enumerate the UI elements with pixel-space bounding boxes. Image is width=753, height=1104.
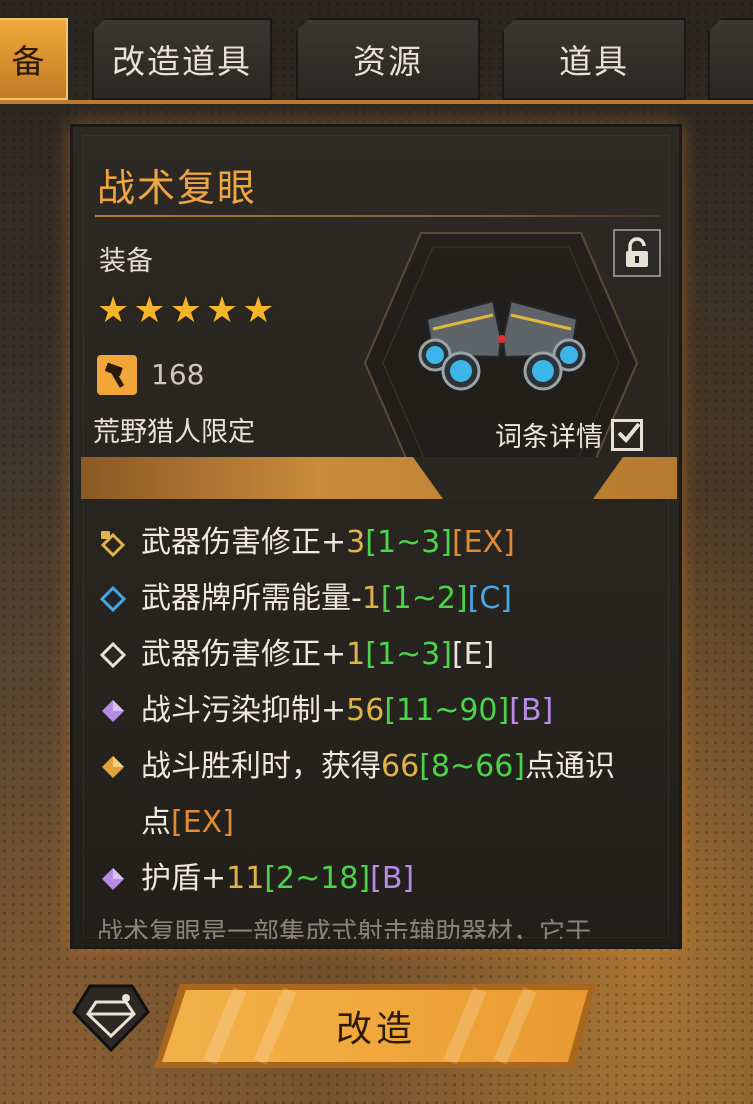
affix-grade: [B] bbox=[370, 861, 415, 896]
checkmark-icon bbox=[617, 422, 641, 443]
purple-diamond-icon bbox=[102, 868, 124, 890]
affix-range: [1~3] bbox=[365, 637, 452, 672]
gem-button[interactable] bbox=[72, 982, 150, 1052]
modify-button[interactable]: 改造 bbox=[150, 980, 602, 1072]
white-diamond-icon bbox=[99, 641, 127, 669]
affix-range: [1~3] bbox=[365, 525, 452, 560]
affix-row: 武器牌所需能量-1[1~2][C] bbox=[95, 571, 675, 627]
affix-name: 战斗污染抑制 bbox=[141, 693, 321, 728]
star-icon: ★ bbox=[133, 290, 166, 331]
affix-value: 1 bbox=[361, 581, 381, 616]
star-icon: ★ bbox=[169, 290, 202, 331]
affix-list: 武器伤害修正+3[1~3][EX] 武器牌所需能量-1[1~2][C] 武器伤害… bbox=[95, 515, 675, 907]
affix-sign: - bbox=[351, 581, 362, 616]
affix-sign: + bbox=[321, 637, 347, 672]
affix-row: 武器伤害修正+3[1~3][EX] bbox=[95, 515, 675, 571]
power-value: 168 bbox=[151, 358, 205, 391]
affix-value: 3 bbox=[346, 525, 366, 560]
gold-lock-gem-icon bbox=[100, 531, 126, 557]
tab-label: 改造道具 bbox=[112, 42, 252, 81]
affix-name: 护盾 bbox=[141, 861, 201, 896]
star-icon: ★ bbox=[205, 290, 239, 331]
tab-label: 资源 bbox=[353, 42, 423, 81]
frame-notch bbox=[413, 457, 623, 499]
item-category: 装备 bbox=[99, 246, 153, 277]
flavor-text[interactable]: 战术复眼是一部集成式射击辅助器材，它于 bbox=[97, 913, 657, 939]
affix-range: [2~18] bbox=[264, 861, 371, 896]
tab-bar: 备 改造道具 资源 道具 bbox=[0, 0, 753, 104]
exclusive-label: 荒野猎人限定 bbox=[93, 417, 255, 448]
tab-underline bbox=[0, 100, 753, 104]
tab-equipment[interactable]: 备 bbox=[0, 18, 68, 100]
affix-range: [11~90] bbox=[384, 693, 510, 728]
affix-suffix: 点 bbox=[141, 805, 171, 840]
tab-resources[interactable]: 资源 bbox=[296, 18, 480, 100]
title-divider bbox=[95, 215, 661, 217]
item-card: 战术复眼 装备 ★ ★ ★ ★ ★ 168 荒野猎人限定 词条详情 武器伤害修正… bbox=[70, 124, 682, 949]
tab-label: 备 bbox=[11, 42, 47, 81]
affix-grade: [EX] bbox=[451, 525, 515, 560]
affix-grade: [B] bbox=[509, 693, 554, 728]
affix-row: 护盾+11[2~18][B] bbox=[95, 851, 675, 907]
hammer-icon bbox=[97, 355, 137, 395]
star-rating: ★ ★ ★ ★ ★ bbox=[97, 293, 274, 329]
affix-sign: + bbox=[321, 525, 347, 560]
affix-sign: + bbox=[321, 693, 347, 728]
affix-range: [8~66] bbox=[419, 749, 525, 784]
affix-row: 战斗胜利时，获得66[8~66]点通识点[EX] bbox=[95, 739, 675, 851]
affix-range: [1~2] bbox=[380, 581, 468, 616]
affix-grade: [E] bbox=[451, 637, 495, 672]
affix-row: 武器伤害修正+1[1~3][E] bbox=[95, 627, 675, 683]
orange-diamond-icon bbox=[102, 756, 124, 778]
affix-grade: [EX] bbox=[171, 805, 234, 840]
item-name: 战术复眼 bbox=[97, 166, 258, 210]
tab-label: 道具 bbox=[559, 42, 629, 81]
affix-name: 武器伤害修正 bbox=[141, 637, 321, 672]
affix-grade: [C] bbox=[467, 581, 512, 616]
goggles-image bbox=[418, 299, 586, 391]
tab-modify-items[interactable]: 改造道具 bbox=[92, 18, 272, 100]
affix-value: 56 bbox=[346, 693, 385, 728]
affix-sign: + bbox=[201, 861, 227, 896]
affix-name: 武器伤害修正 bbox=[141, 525, 321, 560]
affix-name: 战斗胜利时，获得 bbox=[141, 749, 381, 784]
affix-details-label: 词条详情 bbox=[495, 422, 603, 453]
affix-name: 武器牌所需能量 bbox=[141, 581, 351, 616]
affix-value: 1 bbox=[346, 637, 366, 672]
unlock-icon[interactable] bbox=[613, 229, 661, 277]
tab-more[interactable] bbox=[708, 18, 753, 100]
blue-diamond-icon bbox=[99, 585, 127, 613]
purple-diamond-icon bbox=[102, 700, 124, 722]
affix-details-toggle[interactable]: 词条详情 bbox=[495, 415, 643, 454]
star-icon: ★ bbox=[97, 290, 130, 331]
affix-details-checkbox[interactable] bbox=[611, 418, 643, 451]
affix-row: 战斗污染抑制+56[11~90][B] bbox=[95, 683, 675, 739]
affix-value: 11 bbox=[226, 861, 265, 896]
star-icon: ★ bbox=[242, 290, 275, 331]
affix-value: 66 bbox=[381, 749, 420, 784]
tab-items[interactable]: 道具 bbox=[502, 18, 686, 100]
affix-suffix: 点通识 bbox=[525, 749, 615, 784]
